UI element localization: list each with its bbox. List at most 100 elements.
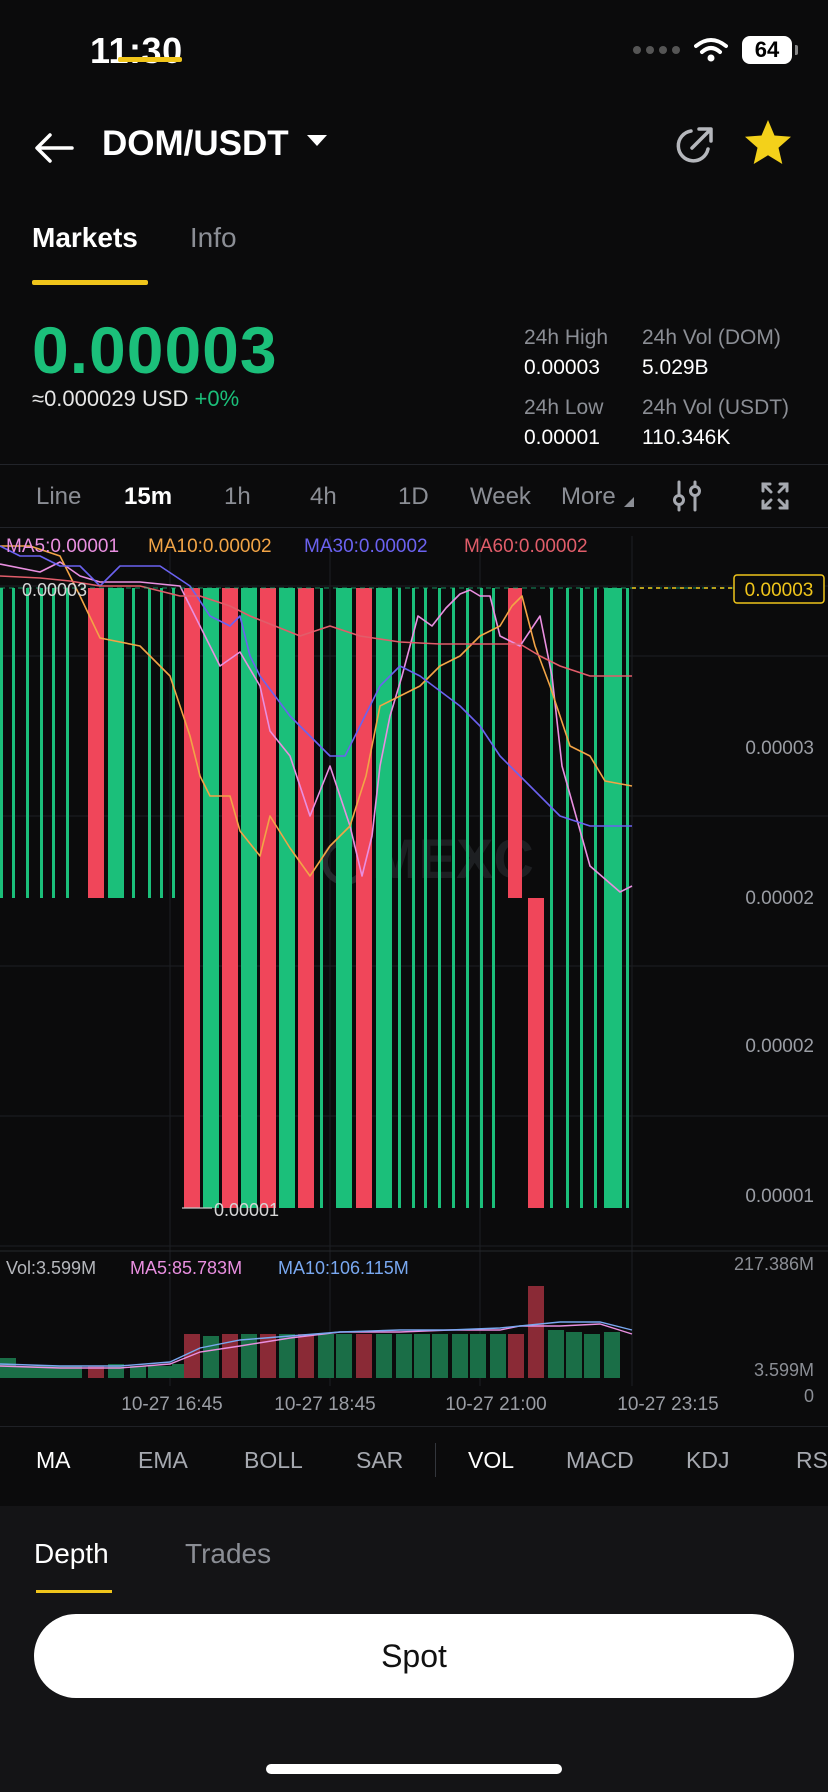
y-axis-tick: 0.00002: [745, 1036, 814, 1057]
volume-bar: [414, 1334, 430, 1378]
volume-axis-zero: 0: [804, 1386, 814, 1406]
volume-bar: [0, 1358, 16, 1378]
candle: [172, 588, 175, 898]
share-icon[interactable]: [672, 122, 718, 168]
candle: [492, 588, 495, 1208]
indicator-ma[interactable]: MA: [36, 1447, 71, 1474]
candle: [452, 588, 455, 1208]
timeframe-4h[interactable]: 4h: [310, 483, 337, 511]
candle: [412, 588, 415, 1208]
candle: [40, 588, 43, 898]
candle: [594, 588, 597, 1208]
volume-bar: [203, 1336, 219, 1378]
volume-ma10: MA10:106.115M: [278, 1258, 409, 1278]
x-axis-tick: 10-27 16:45: [121, 1394, 222, 1415]
header: DOM/USDT: [0, 112, 828, 182]
y-axis-tick: 0.00001: [745, 1186, 814, 1207]
high-marker-label: 0.00003: [22, 580, 87, 600]
status-icons: 64: [633, 36, 798, 64]
candle: [52, 588, 55, 898]
timeframe-1h[interactable]: 1h: [224, 483, 251, 511]
vol-quote-value: 110.346K: [642, 426, 731, 449]
tab-info[interactable]: Info: [190, 222, 237, 254]
volume-ma5: MA5:85.783M: [130, 1258, 242, 1278]
indicator-vol[interactable]: VOL: [468, 1447, 514, 1474]
spot-button[interactable]: Spot: [34, 1614, 794, 1698]
candle: [604, 588, 622, 1208]
volume-bar: [336, 1334, 352, 1378]
high-value: 0.00003: [524, 356, 600, 379]
volume-bar: [490, 1334, 506, 1378]
volume-bar: [548, 1330, 564, 1378]
candle: [298, 588, 314, 1208]
volume-bar: [318, 1334, 334, 1378]
high-label: 24h High: [524, 326, 609, 349]
candle: [203, 588, 219, 1208]
candle: [184, 588, 200, 1208]
y-axis-tick: 0.00002: [745, 888, 814, 909]
volume-bar: [604, 1332, 620, 1378]
tab-trades[interactable]: Trades: [185, 1538, 271, 1570]
indicator-kdj[interactable]: KDJ: [686, 1447, 729, 1474]
volume-bar: [584, 1334, 600, 1378]
favorite-star-icon[interactable]: [742, 118, 794, 168]
vol-base-value: 5.029B: [642, 356, 709, 379]
candle: [108, 588, 124, 898]
signal-icon: [633, 46, 680, 54]
ma5-legend: MA5:0.00001: [6, 536, 119, 557]
candle: [260, 588, 276, 1208]
battery-indicator: 64: [742, 36, 798, 64]
price-tag: 0.00003: [745, 580, 814, 601]
indicator-rsi[interactable]: RS: [796, 1447, 828, 1474]
timeframe-week[interactable]: Week: [470, 483, 531, 511]
back-arrow-icon[interactable]: [32, 126, 76, 170]
fullscreen-icon[interactable]: [760, 481, 790, 511]
fiat-price: ≈0.000029: [32, 386, 136, 411]
volume-bar: [241, 1334, 257, 1378]
y-axis-tick: 0.00003: [745, 738, 814, 759]
candle: [26, 588, 29, 898]
ma30-legend: MA30:0.00002: [304, 536, 428, 557]
tab-depth[interactable]: Depth: [34, 1538, 109, 1570]
timeframe-bar: Line 15m 1h 4h 1D Week More: [0, 464, 828, 528]
fiat-price-row: ≈0.000029 USD +0%: [32, 386, 239, 412]
pair-selector[interactable]: DOM/USDT: [102, 124, 289, 164]
volume-bar: [396, 1334, 412, 1378]
volume-bar: [356, 1334, 372, 1378]
volume-bar: [528, 1286, 544, 1378]
fiat-unit: USD: [141, 386, 189, 411]
timeframe-15m[interactable]: 15m: [124, 483, 172, 511]
volume-axis-mid: 3.599M: [754, 1360, 814, 1380]
tab-markets[interactable]: Markets: [32, 222, 138, 254]
indicator-ema[interactable]: EMA: [138, 1447, 188, 1474]
candle: [356, 588, 372, 1208]
x-axis-tick: 10-27 23:15: [617, 1394, 718, 1415]
timeframe-more[interactable]: More: [561, 483, 616, 511]
candle: [626, 588, 629, 1208]
candle: [438, 588, 441, 1208]
candle: [508, 588, 522, 898]
candle: [480, 588, 483, 1208]
indicator-settings-icon[interactable]: [670, 479, 704, 513]
price-chart[interactable]: MEXC MA5:0.00001 MA10:0.00002 MA30:0.00002…: [0, 526, 828, 1426]
volume-bar: [566, 1332, 582, 1378]
candle: [466, 588, 469, 1208]
candle: [148, 588, 151, 898]
candle: [580, 588, 583, 1208]
candle: [320, 588, 323, 1208]
timeframe-1d[interactable]: 1D: [398, 483, 429, 511]
volume-bar: [184, 1334, 200, 1378]
chevron-down-icon[interactable]: [306, 134, 328, 148]
volume-current: Vol:3.599M: [6, 1258, 96, 1278]
indicator-boll[interactable]: BOLL: [244, 1447, 303, 1474]
volume-bar: [452, 1334, 468, 1378]
volume-bar: [470, 1334, 486, 1378]
depth-tab-indicator: [36, 1590, 112, 1593]
ma60-legend: MA60:0.00002: [464, 536, 588, 557]
indicator-macd[interactable]: MACD: [566, 1447, 634, 1474]
timeframe-line[interactable]: Line: [36, 483, 81, 511]
low-value: 0.00001: [524, 426, 600, 449]
candle: [241, 588, 257, 1208]
volume-bar: [298, 1334, 314, 1378]
indicator-sar[interactable]: SAR: [356, 1447, 403, 1474]
